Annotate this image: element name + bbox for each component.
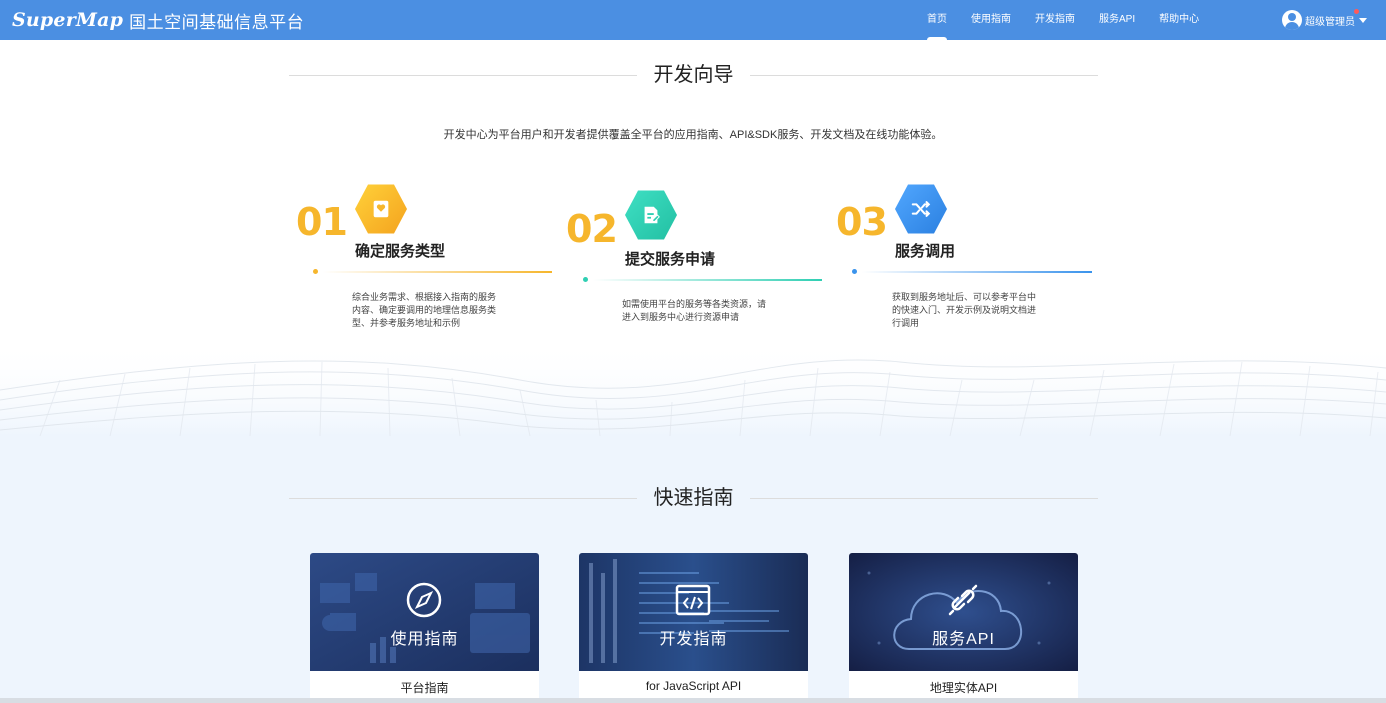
guide-card-user-guide[interactable]: 使用指南 平台指南 — [310, 553, 539, 703]
dev-guide-intro: 开发中心为平台用户和开发者提供覆盖全平台的应用指南、API&SDK服务、开发文档… — [443, 129, 943, 141]
step-2: 02 提交服务申请 如需使用平台的服务等各类资源，请进入到服务中心进行资源申请 — [560, 187, 840, 357]
section-title: 开发向导 — [653, 64, 734, 86]
dev-guide-header: 开发向导 — [289, 60, 1098, 90]
user-name: 超级管理员 — [1305, 8, 1359, 28]
timeline-dot — [583, 277, 588, 282]
guide-card-dev-guide[interactable]: 开发指南 for JavaScript API — [579, 553, 808, 703]
step-1: 01 确定服务类型 综合业务需求、根据接入指南的服务内容、确定要调用的地理信息服… — [290, 180, 570, 350]
cloud-plug-icon — [948, 584, 978, 616]
timeline-bar — [593, 279, 822, 281]
step-title: 提交服务申请 — [625, 251, 716, 268]
logo-brand: SuperMap — [12, 9, 124, 31]
step-number: 02 — [566, 207, 618, 251]
main-nav: 首页 使用指南 开发指南 服务API 帮助中心 — [915, 0, 1211, 40]
logo[interactable]: SuperMap 国土空间基础信息平台 — [12, 6, 304, 34]
heart-bookmark-icon — [355, 184, 407, 234]
nav-item-help-center[interactable]: 帮助中心 — [1147, 0, 1211, 40]
nav-item-service-api[interactable]: 服务API — [1087, 0, 1147, 40]
section-title: 快速指南 — [653, 487, 734, 509]
step-description: 综合业务需求、根据接入指南的服务内容、确定要调用的地理信息服务类型、并参考服务地… — [352, 292, 497, 328]
quick-guide-header: 快速指南 — [289, 483, 1098, 513]
card-image-title: 开发指南 — [659, 631, 728, 648]
step-3: 03 服务调用 获取到服务地址后、可以参考平台中的快速入门、开发示例及说明文档进… — [830, 180, 1110, 350]
step-title: 确定服务类型 — [355, 243, 446, 260]
mesh-wave-decoration — [0, 340, 1386, 436]
card-caption: 地理实体API — [929, 681, 998, 695]
shuffle-icon — [895, 184, 947, 234]
user-avatar-icon — [1282, 10, 1302, 30]
nav-item-home[interactable]: 首页 — [915, 0, 959, 40]
step-title: 服务调用 — [895, 243, 956, 260]
guide-card-service-api[interactable]: 服务API 地理实体API — [849, 553, 1078, 703]
step-number: 01 — [296, 200, 348, 244]
card-image-title: 使用指南 — [390, 631, 459, 648]
nav-item-dev-guide[interactable]: 开发指南 — [1023, 0, 1087, 40]
timeline-dot — [313, 269, 318, 274]
top-navbar: SuperMap 国土空间基础信息平台 首页 使用指南 开发指南 服务API 帮… — [0, 0, 1386, 40]
card-image-title: 服务API — [932, 631, 995, 648]
timeline-bar — [862, 271, 1092, 273]
nav-item-user-guide[interactable]: 使用指南 — [959, 0, 1023, 40]
timeline-bar — [323, 271, 552, 273]
step-description: 获取到服务地址后、可以参考平台中的快速入门、开发示例及说明文档进行调用 — [892, 292, 1037, 328]
timeline-dot — [852, 269, 857, 274]
card-caption: for JavaScript API — [645, 679, 742, 693]
horizontal-scrollbar[interactable] — [0, 698, 1386, 703]
quick-guide-section: 快速指南 使用指南 平台指南 开发指南 for JavaScript API 服… — [0, 436, 1386, 703]
code-window-icon — [675, 584, 711, 616]
chevron-down-icon — [1359, 17, 1367, 23]
user-menu[interactable]: 超级管理员 — [1282, 8, 1367, 30]
site-title: 国土空间基础信息平台 — [129, 12, 305, 32]
step-description: 如需使用平台的服务等各类资源，请进入到服务中心进行资源申请 — [622, 299, 767, 322]
compass-icon — [406, 582, 442, 618]
card-caption: 平台指南 — [400, 681, 449, 695]
step-number: 03 — [836, 200, 888, 244]
edit-document-icon — [625, 190, 677, 240]
notification-dot — [1354, 8, 1359, 14]
